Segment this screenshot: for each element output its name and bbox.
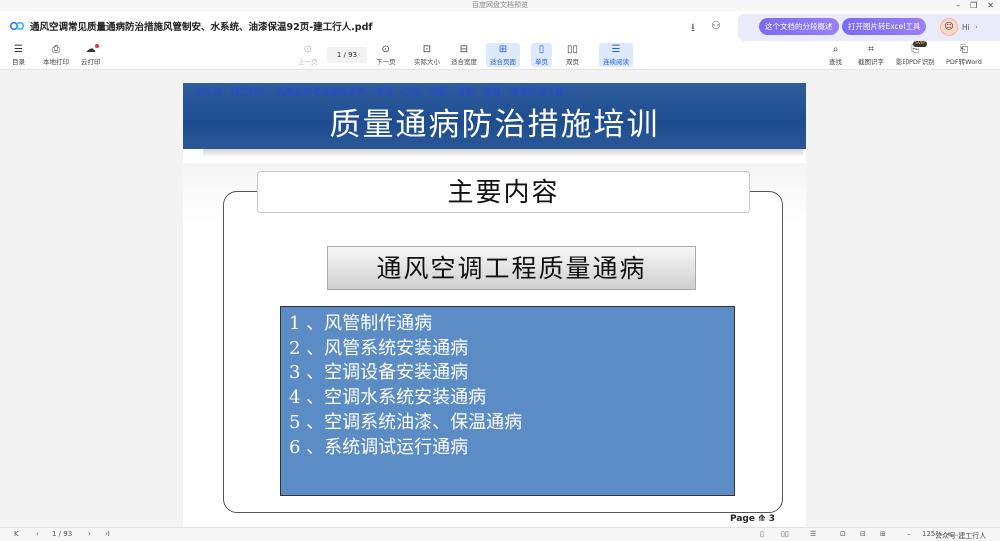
doc-summary-button[interactable]: 这个文档的分段概述	[759, 18, 839, 35]
first-page-icon[interactable]: K	[14, 530, 19, 538]
fit-width-status-icon[interactable]: ⊟	[860, 530, 866, 538]
download-icon[interactable]: ⭳	[691, 19, 695, 38]
status-bar: K ‹ 1 / 93 › ›I ▯ ▯▯ ☰ ⊡ ⊟ ⊞ – 125% + 公众…	[0, 527, 1000, 541]
file-header: 通风空调常见质量通病防治措施风管制安、水系统、油漆保温92页-建工行人.pdf …	[0, 11, 1000, 41]
find-button[interactable]: ⌕ 查找	[829, 44, 842, 66]
image-to-excel-button[interactable]: 打开图片转Excel工具	[842, 18, 927, 35]
word-file-icon: ⎗	[959, 44, 968, 55]
continuous-read-button[interactable]: ☰ 连续阅读	[599, 43, 633, 67]
list-item: 3 、空调设备安装通病	[289, 362, 469, 384]
single-view-icon[interactable]: ▯	[760, 530, 764, 538]
avatar-icon[interactable]: ☺	[940, 18, 958, 36]
list-item: 6 、系统调试运行通病	[289, 436, 469, 458]
corner-watermark: 公众号·建工行人	[935, 532, 987, 540]
minimize-icon[interactable]: –	[956, 0, 960, 11]
banner-shadow	[203, 149, 803, 157]
continuous-view-icon[interactable]: ☰	[810, 530, 816, 538]
single-page-icon: ▯	[538, 44, 545, 55]
notification-dot	[95, 44, 99, 48]
main-heading: 主要内容	[257, 171, 750, 213]
watermark-text: 公众号：建工行人，免费提供考试相关资料，资讯，口诀，习题，试卷，押题，等等欢迎下…	[195, 88, 574, 98]
screenshot-ocr-button[interactable]: ⌗ 截图识字	[858, 44, 884, 66]
status-page-indicator[interactable]: 1 / 93	[52, 530, 72, 538]
actual-size-button[interactable]: ⊡ 实际大小	[414, 44, 440, 66]
svip-badge: SVIP	[913, 41, 927, 47]
fit-width-button[interactable]: ⊟ 适合宽度	[451, 44, 477, 66]
file-name: 通风空调常见质量通病防治措施风管制安、水系统、油漆保温92页-建工行人.pdf	[30, 22, 373, 33]
next-page-icon[interactable]: ›	[88, 530, 91, 538]
list-icon: ☰	[14, 44, 23, 55]
search-icon: ⌕	[832, 44, 839, 55]
page-logo-icon: ⟰	[758, 514, 766, 524]
fit-page-icon: ⊞	[498, 44, 508, 55]
window-controls: – ❐ ✕	[956, 0, 994, 11]
sub-heading: 通风空调工程质量通病	[327, 246, 696, 290]
arrow-down-icon: ⊙	[381, 44, 390, 55]
list-item: 4 、空调水系统安装通病	[289, 387, 487, 409]
page-value: 3	[768, 514, 776, 524]
continuous-icon: ☰	[611, 44, 621, 55]
pdf-page: 质量通病防治措施培训 公众号：建工行人，免费提供考试相关资料，资讯，口诀，习题，…	[183, 83, 806, 530]
topic-list: 1 、风管制作通病 2 、风管系统安装通病 3 、空调设备安装通病 4 、空调水…	[280, 306, 735, 496]
fit-width-icon: ⊟	[459, 44, 469, 55]
slide-title: 质量通病防治措施培训	[329, 107, 660, 143]
page-input[interactable]: 1 / 93	[327, 47, 367, 63]
single-page-button[interactable]: ▯ 单页	[531, 43, 552, 67]
chevron-right-icon[interactable]: ›	[975, 23, 978, 31]
slide-page-number: Page ⟰ 3	[730, 514, 775, 524]
greeting-text[interactable]: Hi	[962, 23, 970, 32]
window-title-bar: 百度网盘文档预览 – ❐ ✕	[0, 0, 1000, 11]
scan-pdf-ocr-button[interactable]: ⎘ 影印PDF识别	[896, 44, 935, 66]
double-view-icon[interactable]: ▯▯	[781, 530, 789, 538]
actual-size-icon: ⊡	[422, 44, 432, 55]
page-label: Page	[730, 514, 759, 524]
document-viewer[interactable]: 质量通病防治措施培训 公众号：建工行人，免费提供考试相关资料，资讯，口诀，习题，…	[0, 70, 1000, 530]
baidu-netdisk-logo-icon	[10, 21, 24, 31]
zoom-out-icon[interactable]: –	[907, 530, 911, 538]
crop-icon: ⌗	[868, 44, 874, 55]
restore-icon[interactable]: ❐	[970, 0, 977, 11]
fit-page-button[interactable]: ⊞ 适合页面	[486, 43, 520, 67]
arrow-up-icon: ⊙	[303, 44, 312, 55]
prev-page-icon[interactable]: ‹	[36, 530, 39, 538]
printer-icon: ⎙	[52, 44, 60, 55]
prev-page-button[interactable]: ⊙ 上一页	[298, 44, 318, 66]
close-icon[interactable]: ✕	[987, 0, 994, 11]
last-page-icon[interactable]: ›I	[105, 530, 110, 538]
toc-button[interactable]: ☰ 目录	[12, 44, 25, 66]
next-page-button[interactable]: ⊙ 下一页	[376, 44, 396, 66]
list-item: 5 、空调系统油漆、保温通病	[289, 411, 523, 433]
window-title: 百度网盘文档预览	[472, 1, 528, 9]
double-page-button[interactable]: ▯▯ 双页	[566, 44, 579, 66]
fit-page-status-icon[interactable]: ⊞	[880, 530, 886, 538]
actual-size-status-icon[interactable]: ⊡	[840, 530, 846, 538]
local-print-button[interactable]: ⎙ 本地打印	[43, 44, 69, 66]
share-icon[interactable]: ⚇	[711, 19, 721, 32]
list-item: 2 、风管系统安装通病	[289, 337, 469, 359]
list-item: 1 、风管制作通病	[289, 313, 433, 334]
toolbar: ☰ 目录 ⎙ 本地打印 ☁ 云打印 ⊙ 上一页 1 / 93 ⊙ 下一页 ⊡ 实…	[0, 41, 1000, 70]
double-page-icon: ▯▯	[566, 44, 578, 55]
pdf-to-word-button[interactable]: ⎗ PDF转Word	[946, 44, 982, 66]
